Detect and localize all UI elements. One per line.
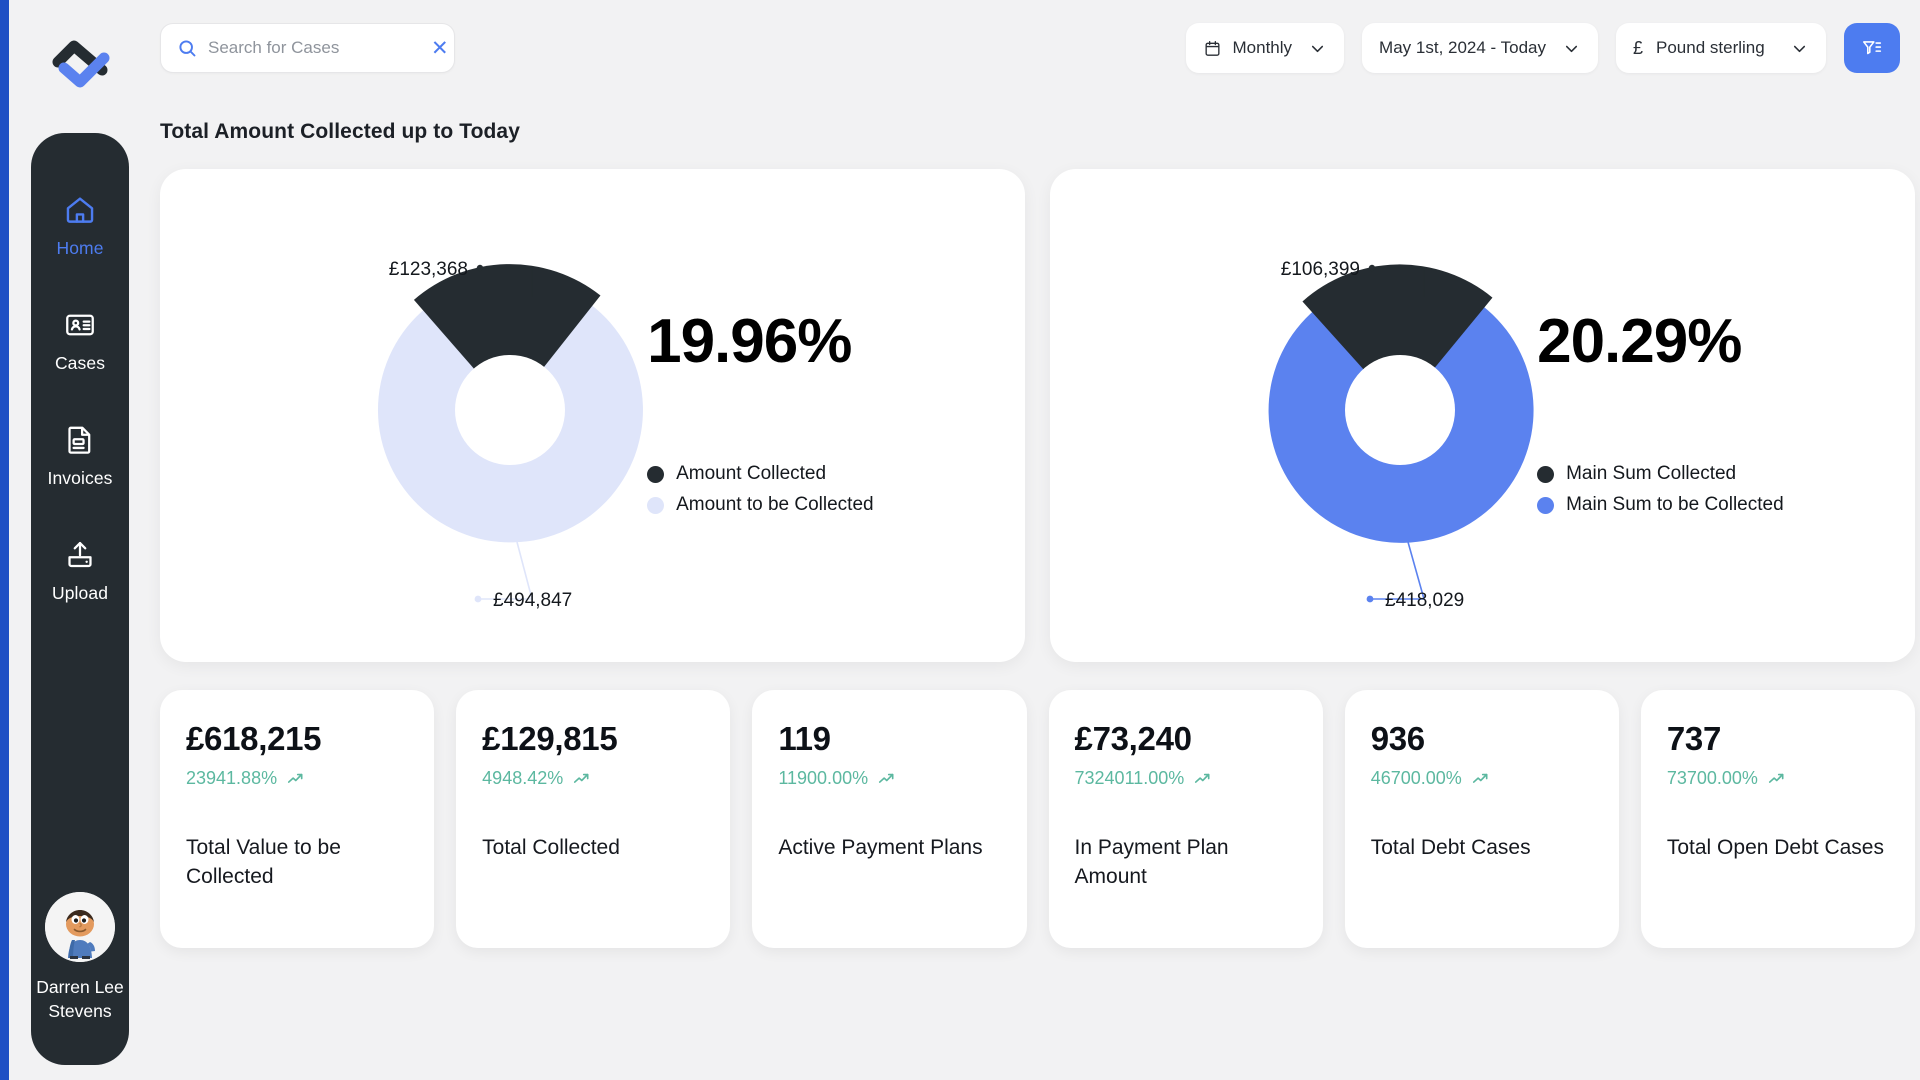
calendar-icon	[1203, 39, 1222, 58]
sidebar-nav-list: Home Cases Invoices Upload	[31, 175, 129, 636]
id-card-icon	[63, 308, 97, 342]
kpi-delta-value: 73700.00%	[1666, 767, 1758, 788]
kpi-delta: 11900.00%	[778, 768, 1000, 789]
clear-search-button[interactable]: ✕	[429, 38, 451, 59]
date-range-dropdown-label: May 1st, 2024 - Today	[1379, 38, 1546, 57]
invoice-document-icon	[63, 423, 97, 457]
donut-value-label-main-to-collect: £418,029	[1385, 590, 1464, 611]
kpi-delta-value: 7324011.00%	[1074, 767, 1185, 788]
upload-icon	[63, 538, 97, 572]
sidebar: Home Cases Invoices Upload Darren Lee St…	[31, 133, 129, 1065]
chart-card-amount-collected: £123,368 £494,847 19.96% Amount Collecte…	[160, 169, 1025, 662]
chart-cards-row: £123,368 £494,847 19.96% Amount Collecte…	[160, 169, 1915, 662]
left-edge-accent-strip	[0, 0, 9, 1080]
kpi-delta: 4948.42%	[482, 768, 704, 789]
date-range-dropdown[interactable]: May 1st, 2024 - Today	[1362, 23, 1598, 73]
sidebar-item-label: Invoices	[47, 468, 113, 489]
trend-up-icon	[572, 769, 591, 788]
kpi-delta: 46700.00%	[1371, 768, 1593, 789]
search-input[interactable]	[208, 38, 429, 58]
toolbar-controls: Monthly May 1st, 2024 - Today £ Pound st…	[1185, 23, 1900, 73]
sidebar-item-invoices[interactable]: Invoices	[31, 405, 129, 498]
kpi-value: £618,215	[186, 720, 322, 757]
currency-dropdown[interactable]: £ Pound sterling	[1616, 23, 1826, 73]
kpi-label: In Payment Plan Amount	[1074, 835, 1229, 889]
sidebar-item-upload[interactable]: Upload	[31, 520, 129, 613]
sidebar-item-cases[interactable]: Cases	[31, 290, 129, 383]
trend-up-icon	[1193, 769, 1212, 788]
kpi-label: Active Payment Plans	[778, 835, 983, 859]
trend-up-icon	[1767, 769, 1786, 788]
period-dropdown[interactable]: Monthly	[1185, 23, 1345, 73]
filter-icon	[1861, 37, 1883, 59]
kpi-cards-row: £618,215 23941.88% Total Value to be Col…	[160, 690, 1916, 948]
kpi-card-in-payment-plan-amount[interactable]: £73,240 7324011.00% In Payment Plan Amou…	[1048, 690, 1323, 948]
avatar	[45, 892, 115, 963]
kpi-value: 936	[1370, 720, 1425, 757]
app-logo	[44, 32, 116, 104]
kpi-label: Total Debt Cases	[1370, 835, 1531, 859]
kpi-card-total-value-to-be-collected[interactable]: £618,215 23941.88% Total Value to be Col…	[160, 690, 435, 948]
donut-value-label-collected: £123,368	[389, 259, 468, 280]
sidebar-item-label: Cases	[54, 353, 106, 374]
chevron-down-icon	[1562, 39, 1581, 58]
donut-value-label-to-collect: £494,847	[493, 590, 572, 611]
kpi-delta-value: 23941.88%	[186, 767, 278, 788]
main-content: Total Amount Collected up to Today £123,…	[160, 120, 1916, 948]
kpi-value: 737	[1666, 720, 1722, 757]
search-box[interactable]: ✕	[160, 23, 455, 73]
chevron-down-icon	[1790, 39, 1809, 58]
kpi-delta-value: 11900.00%	[778, 767, 869, 788]
sidebar-item-home[interactable]: Home	[31, 175, 129, 268]
currency-symbol: £	[1633, 37, 1644, 58]
profile-name: Darren Lee Stevens	[36, 977, 124, 1021]
period-dropdown-label: Monthly	[1232, 38, 1293, 57]
sidebar-item-label: Home	[56, 238, 104, 258]
kpi-label: Total Open Debt Cases	[1666, 835, 1884, 859]
kpi-value: £73,240	[1074, 720, 1192, 757]
donut-chart-2: £106,399 £418,029	[1050, 169, 1534, 662]
home-icon	[63, 193, 97, 227]
trend-up-icon	[286, 769, 305, 788]
kpi-card-total-debt-cases[interactable]: 936 46700.00% Total Debt Cases	[1344, 690, 1619, 948]
kpi-value: £129,815	[482, 720, 618, 757]
filter-button[interactable]	[1844, 23, 1900, 73]
search-icon	[177, 38, 198, 59]
kpi-delta: 7324011.00%	[1075, 768, 1297, 789]
kpi-card-total-collected[interactable]: £129,815 4948.42% Total Collected	[456, 690, 731, 948]
kpi-card-total-open-debt-cases[interactable]: 737 73700.00% Total Open Debt Cases	[1640, 690, 1916, 948]
kpi-value: 119	[778, 720, 831, 757]
kpi-delta: 23941.88%	[186, 768, 408, 789]
chevron-down-icon	[1308, 39, 1327, 58]
page-title: Total Amount Collected up to Today	[160, 120, 520, 143]
currency-dropdown-label: Pound sterling	[1656, 38, 1765, 57]
trend-up-icon	[1471, 769, 1490, 788]
kpi-delta-value: 4948.42%	[482, 767, 564, 788]
chart-card-main-sum-collected: £106,399 £418,029 20.29% Main Sum Collec…	[1050, 169, 1915, 662]
kpi-delta-value: 46700.00%	[1370, 767, 1462, 788]
donut-chart-1: £123,368 £494,847	[160, 169, 643, 662]
sidebar-profile[interactable]: Darren Lee Stevens	[31, 892, 129, 1023]
top-toolbar: ✕ Monthly May 1st, 2024 - Today	[160, 18, 1900, 78]
donut-value-label-main-collected: £106,399	[1281, 259, 1360, 280]
sidebar-item-label: Upload	[51, 583, 109, 604]
kpi-label: Total Value to be Collected	[186, 835, 341, 889]
kpi-label: Total Collected	[482, 835, 620, 859]
kpi-delta: 73700.00%	[1667, 768, 1889, 789]
kpi-card-active-payment-plans[interactable]: 119 11900.00% Active Payment Plans	[752, 690, 1027, 948]
trend-up-icon	[877, 769, 896, 788]
